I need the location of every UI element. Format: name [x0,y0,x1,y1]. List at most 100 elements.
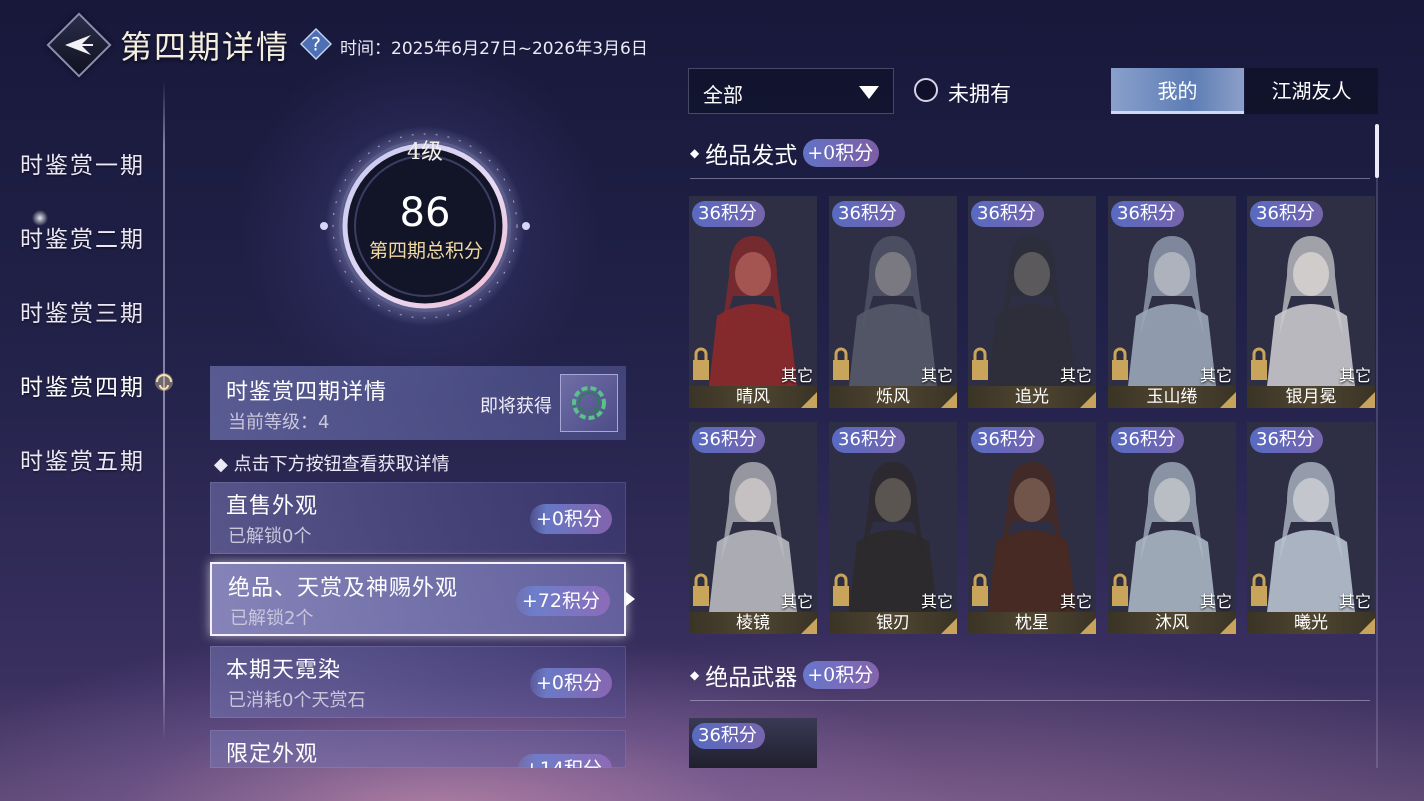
corner-ornament-icon [1080,392,1096,408]
outfit-item-tile[interactable]: 36积分其它 银月冕 [1247,196,1375,408]
category-points: +72积分 [515,586,610,616]
outfit-item-tile[interactable]: 36积分其它 曦光 [1247,422,1375,634]
category-title: 直售外观 [226,494,319,519]
section-points: +0积分 [803,139,880,167]
lock-icon [1112,573,1128,606]
item-category: 其它 [920,366,953,385]
item-category: 其它 [780,366,813,385]
hint-text: 点击下方按钮查看获取详情 [233,454,450,475]
item-score-badge: 36积分 [1111,201,1184,227]
scrollbar-track[interactable] [1376,124,1378,768]
outfit-item-tile[interactable]: 36积分 其它 枕星 [968,422,1096,634]
outfit-item-tile[interactable]: 36积分其它 玉山绻 [1108,196,1236,408]
section-diamond-icon: ◆ [690,668,700,682]
item-category: 其它 [1199,592,1232,611]
category-title: 绝品、天赏及神赐外观 [228,576,459,601]
item-score-badge: 36积分 [692,723,765,749]
detail-title: 时鉴赏四期详情 [226,380,388,405]
item-name: 晴风 [689,386,817,408]
back-arrow-icon[interactable] [56,22,102,68]
lock-icon [693,573,709,606]
outfit-item-tile[interactable]: 36积分其它 沐风 [1108,422,1236,634]
lock-icon [833,347,849,380]
lock-icon [693,347,709,380]
svg-text:?: ? [311,35,321,56]
not-owned-label[interactable]: 未拥有 [948,78,1011,108]
item-name: 沐风 [1108,612,1236,634]
lock-icon [972,573,988,606]
category-points: +14积分 [517,754,612,768]
outfit-item-tile[interactable]: 36积分 其它 晴风 [689,196,817,408]
weapon-item-tile[interactable]: 36积分 [689,718,817,768]
outfit-item-tile[interactable]: 36积分 其它 追光 [968,196,1096,408]
lock-icon [1112,347,1128,380]
item-name: 枕星 [968,612,1096,634]
outfit-item-tile[interactable]: 36积分 其它 烁风 [829,196,957,408]
total-score: 86 [399,190,451,236]
item-score-badge: 36积分 [692,427,765,453]
section-title: 绝品发式 [705,143,798,169]
upcoming-reward-item[interactable] [560,374,618,432]
total-score-caption: 第四期总积分 [368,240,483,262]
section-points: +0积分 [803,661,880,689]
outfit-item-tile[interactable]: 36积分 其它 棱镜 [689,422,817,634]
nav-item-period-2[interactable]: 时鉴赏二期 [20,220,145,254]
nav-item-period-3[interactable]: 时鉴赏三期 [20,294,145,328]
instruction-hint: ◆ 点击下方按钮查看获取详情 [214,454,450,475]
category-limited[interactable]: 限定外观 +14积分 [210,730,626,768]
corner-ornament-icon [1359,618,1375,634]
help-icon[interactable]: ? [300,27,332,61]
item-category: 其它 [780,592,813,611]
corner-ornament-icon [1080,618,1096,634]
active-marker-icon [150,368,178,396]
jade-ring-icon [572,386,606,420]
category-points: +0积分 [529,504,612,534]
section-divider [690,700,1370,701]
corner-ornament-icon [1220,618,1236,634]
upcoming-reward-label: 即将获得 [480,396,552,417]
item-category: 其它 [1059,366,1092,385]
dropdown-arrow-icon [859,86,879,99]
section-diamond-icon: ◆ [690,146,700,160]
not-owned-radio[interactable] [914,78,938,102]
item-score-badge: 36积分 [1111,427,1184,453]
outfit-item-tile[interactable]: 36积分 其它 银刃 [829,422,957,634]
tab-mine[interactable]: 我的 [1111,68,1244,114]
item-name: 曦光 [1247,612,1375,634]
filter-dropdown[interactable]: 全部 [688,68,894,114]
item-category: 其它 [1338,366,1371,385]
nav-item-period-4[interactable]: 时鉴赏四期 [20,368,145,402]
item-score-badge: 36积分 [832,201,905,227]
item-name: 银月冕 [1247,386,1375,408]
corner-ornament-icon [801,392,817,408]
filter-selected: 全部 [703,83,743,107]
corner-ornament-icon [1359,392,1375,408]
period-detail-card[interactable]: 时鉴赏四期详情 当前等级：4 即将获得 [210,366,626,440]
item-category: 其它 [1338,592,1371,611]
scrollbar-thumb[interactable] [1375,124,1379,178]
category-dye[interactable]: 本期天霓染 已消耗0个天赏石 +0积分 [210,646,626,718]
item-score-badge: 36积分 [1250,427,1323,453]
item-category: 其它 [1199,366,1232,385]
item-name: 银刃 [829,612,957,634]
tab-friends[interactable]: 江湖友人 [1245,68,1378,114]
lock-icon [972,347,988,380]
category-direct-sale[interactable]: 直售外观 已解锁0个 +0积分 [210,482,626,554]
category-sub: 已消耗0个天赏石 [228,690,366,711]
corner-ornament-icon [1220,392,1236,408]
nav-item-period-5[interactable]: 时鉴赏五期 [20,442,145,476]
selected-arrow-icon [626,592,635,606]
item-name: 玉山绻 [1108,386,1236,408]
section-hair-header: ◆ 绝品发式 +0积分 [690,136,880,170]
lock-icon [1251,573,1267,606]
category-premium-outfits[interactable]: 绝品、天赏及神赐外观 已解锁2个 +72积分 [210,562,626,636]
item-score-badge: 36积分 [1250,201,1323,227]
item-category: 其它 [920,592,953,611]
level-label: 4级 [407,140,443,165]
item-score-badge: 36积分 [971,201,1044,227]
nav-divider [163,80,165,740]
section-title: 绝品武器 [705,665,798,691]
nav-item-period-1[interactable]: 时鉴赏一期 [20,146,145,180]
current-level: 当前等级：4 [228,412,330,433]
item-score-badge: 36积分 [971,427,1044,453]
